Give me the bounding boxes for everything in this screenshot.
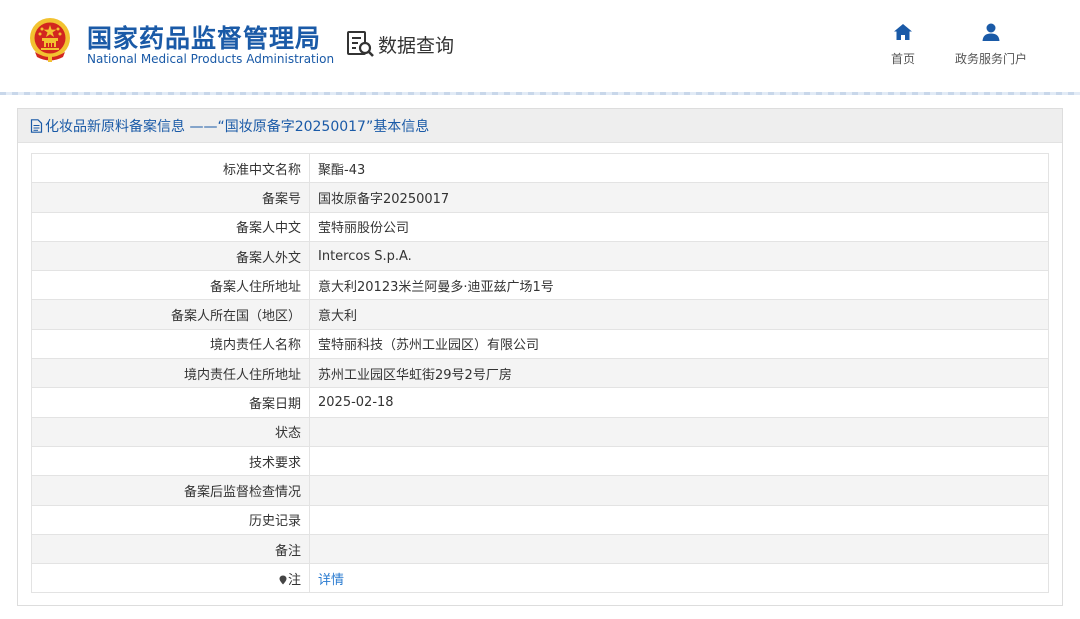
- detail-link[interactable]: 详情: [318, 573, 344, 588]
- field-label: 备注: [31, 533, 310, 565]
- table-row: 备案日期 2025-02-18: [31, 387, 1049, 418]
- field-label: 备案号: [31, 182, 310, 213]
- field-value: [309, 533, 1049, 565]
- field-label: 技术要求: [31, 445, 310, 477]
- field-label: 注: [287, 572, 301, 588]
- field-value: 国妆原备字20250017: [309, 182, 1049, 213]
- field-value: [309, 445, 1049, 477]
- field-value: [309, 475, 1049, 506]
- record-panel: 化妆品新原料备案信息 ——“国妆原备字20250017”基本信息 标准中文名称 …: [17, 108, 1063, 606]
- national-emblem-icon: [30, 18, 70, 62]
- field-value: 莹特丽股份公司: [309, 211, 1049, 242]
- nav-portal-label: 政务服务门户: [954, 52, 1027, 66]
- field-value: 2025-02-18: [309, 387, 1049, 418]
- table-row: 状态: [31, 416, 1049, 447]
- document-search-icon: [347, 31, 374, 57]
- table-row: 备案号 国妆原备字20250017: [31, 182, 1049, 213]
- header-divider: [0, 92, 1080, 95]
- table-row: 备案后监督检查情况: [31, 475, 1049, 506]
- field-label: 备案人所在国（地区）: [31, 299, 310, 330]
- user-icon: [982, 23, 1000, 41]
- note-label-cell: 注: [31, 563, 310, 594]
- site-header: 国家药品监督管理局 National Medical Products Admi…: [0, 0, 1080, 92]
- field-value: [309, 504, 1049, 535]
- field-label: 备案人中文: [31, 211, 310, 242]
- table-row: 备注: [31, 533, 1049, 565]
- table-row: 境内责任人名称 莹特丽科技（苏州工业园区）有限公司: [31, 328, 1049, 360]
- panel-title: 化妆品新原料备案信息 ——“国妆原备字20250017”基本信息: [45, 118, 430, 135]
- field-value: 苏州工业园区华虹街29号2号厂房: [309, 358, 1049, 389]
- nav-home-label: 首页: [890, 52, 915, 66]
- field-value: 聚酯-43: [309, 152, 1049, 184]
- field-label: 备案日期: [31, 387, 310, 418]
- note-value-cell: 详情: [309, 563, 1049, 594]
- org-name-en: National Medical Products Administration: [87, 52, 335, 66]
- nav-portal-link[interactable]: 政务服务门户: [951, 22, 1031, 67]
- data-query-label: 数据查询: [378, 34, 455, 57]
- field-value: [309, 416, 1049, 447]
- field-value: 意大利: [309, 299, 1049, 330]
- table-row: 备案人外文 Intercos S.p.A.: [31, 240, 1049, 272]
- table-row: 境内责任人住所地址 苏州工业园区华虹街29号2号厂房: [31, 358, 1049, 389]
- field-label: 境内责任人名称: [31, 328, 310, 360]
- field-label: 备案后监督检查情况: [31, 475, 310, 506]
- field-label: 境内责任人住所地址: [31, 358, 310, 389]
- nav-home-link[interactable]: 首页: [889, 22, 917, 67]
- field-label: 备案人住所地址: [31, 270, 310, 301]
- home-icon: [894, 24, 912, 40]
- info-table: 标准中文名称 聚酯-43 备案号 国妆原备字20250017 备案人中文 莹特丽…: [31, 152, 1049, 594]
- table-row: 备案人住所地址 意大利20123米兰阿曼多·迪亚兹广场1号: [31, 270, 1049, 301]
- field-value: 莹特丽科技（苏州工业园区）有限公司: [309, 328, 1049, 360]
- field-label: 状态: [31, 416, 310, 447]
- document-icon: [30, 118, 43, 133]
- table-row: 备案人中文 莹特丽股份公司: [31, 211, 1049, 242]
- table-row: 注 详情: [31, 563, 1049, 594]
- org-name-cn: 国家药品监督管理局: [87, 24, 322, 53]
- data-query-link[interactable]: 数据查询: [345, 29, 454, 59]
- table-row: 标准中文名称 聚酯-43: [31, 152, 1049, 184]
- table-row: 历史记录: [31, 504, 1049, 535]
- panel-header: 化妆品新原料备案信息 ——“国妆原备字20250017”基本信息: [18, 109, 1062, 143]
- field-label: 备案人外文: [31, 240, 310, 272]
- field-value: Intercos S.p.A.: [309, 240, 1049, 272]
- field-label: 标准中文名称: [31, 152, 310, 184]
- field-value: 意大利20123米兰阿曼多·迪亚兹广场1号: [309, 270, 1049, 301]
- table-row: 备案人所在国（地区） 意大利: [31, 299, 1049, 330]
- table-row: 技术要求: [31, 445, 1049, 477]
- field-label: 历史记录: [31, 504, 310, 535]
- pin-icon: [279, 575, 287, 585]
